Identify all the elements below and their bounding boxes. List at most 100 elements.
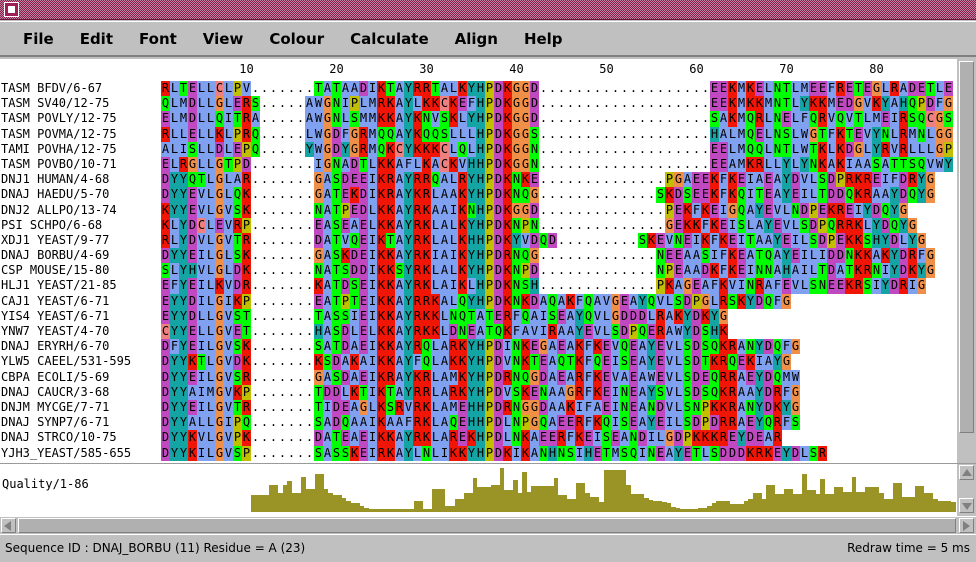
residue-cell[interactable]: Y [872,126,881,142]
residue-cell[interactable]: R [908,248,917,264]
sequence-row[interactable]: RLLELLKLPRQ.....LWGDFGRMQQAYKQQSLLLHPDKG… [161,126,956,142]
residue-cell[interactable]: . [566,232,575,249]
residue-cell[interactable]: R [422,384,431,400]
residue-cell[interactable]: D [764,369,773,385]
residue-cell[interactable]: Y [782,156,791,173]
residue-cell[interactable]: T [431,81,440,97]
residue-cell[interactable]: K [431,96,440,112]
residue-cell[interactable]: G [314,369,323,385]
residue-cell[interactable]: P [350,96,359,112]
residue-cell[interactable]: I [368,263,377,279]
residue-cell[interactable]: Y [467,217,476,233]
residue-cell[interactable]: D [764,339,773,355]
residue-cell[interactable]: . [602,232,611,249]
residue-cell[interactable]: D [845,96,854,112]
residue-cell[interactable]: E [233,324,242,340]
residue-cell[interactable]: A [323,293,332,309]
residue-cell[interactable]: Y [179,202,188,218]
residue-cell[interactable]: E [656,415,665,431]
residue-cell[interactable]: . [287,278,296,294]
residue-cell[interactable]: R [242,369,251,385]
residue-cell[interactable]: R [890,81,899,97]
residue-cell[interactable]: D [791,172,800,188]
residue-cell[interactable]: P [485,96,494,112]
residue-cell[interactable]: S [341,308,350,324]
residue-cell[interactable]: E [728,430,737,446]
residue-cell[interactable]: . [269,202,278,218]
residue-cell[interactable]: N [512,430,521,446]
residue-cell[interactable]: I [314,156,323,173]
residue-cell[interactable]: P [836,172,845,188]
residue-cell[interactable]: H [710,126,719,142]
residue-cell[interactable]: P [341,202,350,218]
residue-cell[interactable]: A [341,354,350,370]
residue-cell[interactable]: . [674,81,683,97]
residue-cell[interactable]: K [386,156,395,173]
residue-cell[interactable]: . [575,141,584,157]
residue-cell[interactable]: V [665,384,674,400]
residue-cell[interactable]: N [656,263,665,279]
residue-cell[interactable]: . [611,217,620,233]
residue-cell[interactable]: D [719,445,728,461]
residue-cell[interactable]: R [899,278,908,294]
residue-cell[interactable]: A [395,96,404,112]
residue-cell[interactable]: F [584,384,593,400]
residue-cell[interactable]: L [728,126,737,142]
residue-cell[interactable]: P [485,293,494,309]
residue-cell[interactable]: . [602,81,611,97]
residue-cell[interactable]: . [278,384,287,400]
residue-cell[interactable]: E [629,339,638,355]
residue-cell[interactable]: R [548,324,557,340]
residue-cell[interactable]: L [206,293,215,309]
residue-cell[interactable]: E [629,369,638,385]
residue-cell[interactable]: N [512,339,521,355]
residue-cell[interactable]: T [314,308,323,324]
residue-cell[interactable]: . [287,156,296,173]
residue-cell[interactable]: E [773,217,782,233]
residue-cell[interactable]: Y [872,141,881,157]
residue-cell[interactable]: D [341,324,350,340]
residue-cell[interactable]: L [935,81,944,97]
residue-cell[interactable]: L [170,126,179,142]
residue-cell[interactable]: L [206,369,215,385]
residue-cell[interactable]: . [260,141,269,157]
residue-cell[interactable]: A [395,232,404,249]
residue-cell[interactable]: Y [170,324,179,340]
residue-cell[interactable]: A [341,156,350,173]
residue-cell[interactable]: G [521,156,530,173]
residue-cell[interactable]: L [809,263,818,279]
residue-cell[interactable]: K [503,324,512,340]
residue-cell[interactable]: K [422,278,431,294]
residue-cell[interactable]: A [530,430,539,446]
residue-cell[interactable]: A [395,278,404,294]
residue-cell[interactable]: . [683,126,692,142]
residue-cell[interactable]: K [503,81,512,97]
residue-cell[interactable]: Y [755,369,764,385]
residue-cell[interactable]: K [242,187,251,203]
residue-cell[interactable]: G [530,248,539,264]
residue-cell[interactable]: . [638,111,647,127]
residue-cell[interactable]: D [872,202,881,218]
residue-cell[interactable]: L [449,232,458,249]
residue-cell[interactable]: L [206,308,215,324]
residue-cell[interactable]: . [656,81,665,97]
residue-cell[interactable]: Y [782,187,791,203]
residue-cell[interactable]: . [260,96,269,112]
residue-cell[interactable]: K [386,339,395,355]
residue-cell[interactable]: . [611,248,620,264]
residue-cell[interactable]: . [611,96,620,112]
residue-cell[interactable]: L [206,263,215,279]
residue-cell[interactable]: K [377,217,386,233]
residue-cell[interactable]: I [710,248,719,264]
residue-cell[interactable]: N [467,202,476,218]
residue-cell[interactable]: S [233,369,242,385]
residue-cell[interactable]: . [260,111,269,127]
residue-cell[interactable]: R [899,126,908,142]
residue-cell[interactable]: . [539,81,548,97]
residue-cell[interactable]: A [557,384,566,400]
residue-cell[interactable]: L [170,111,179,127]
residue-cell[interactable]: Q [431,126,440,142]
residue-cell[interactable]: W [674,324,683,340]
residue-cell[interactable]: . [269,369,278,385]
residue-cell[interactable]: R [863,172,872,188]
